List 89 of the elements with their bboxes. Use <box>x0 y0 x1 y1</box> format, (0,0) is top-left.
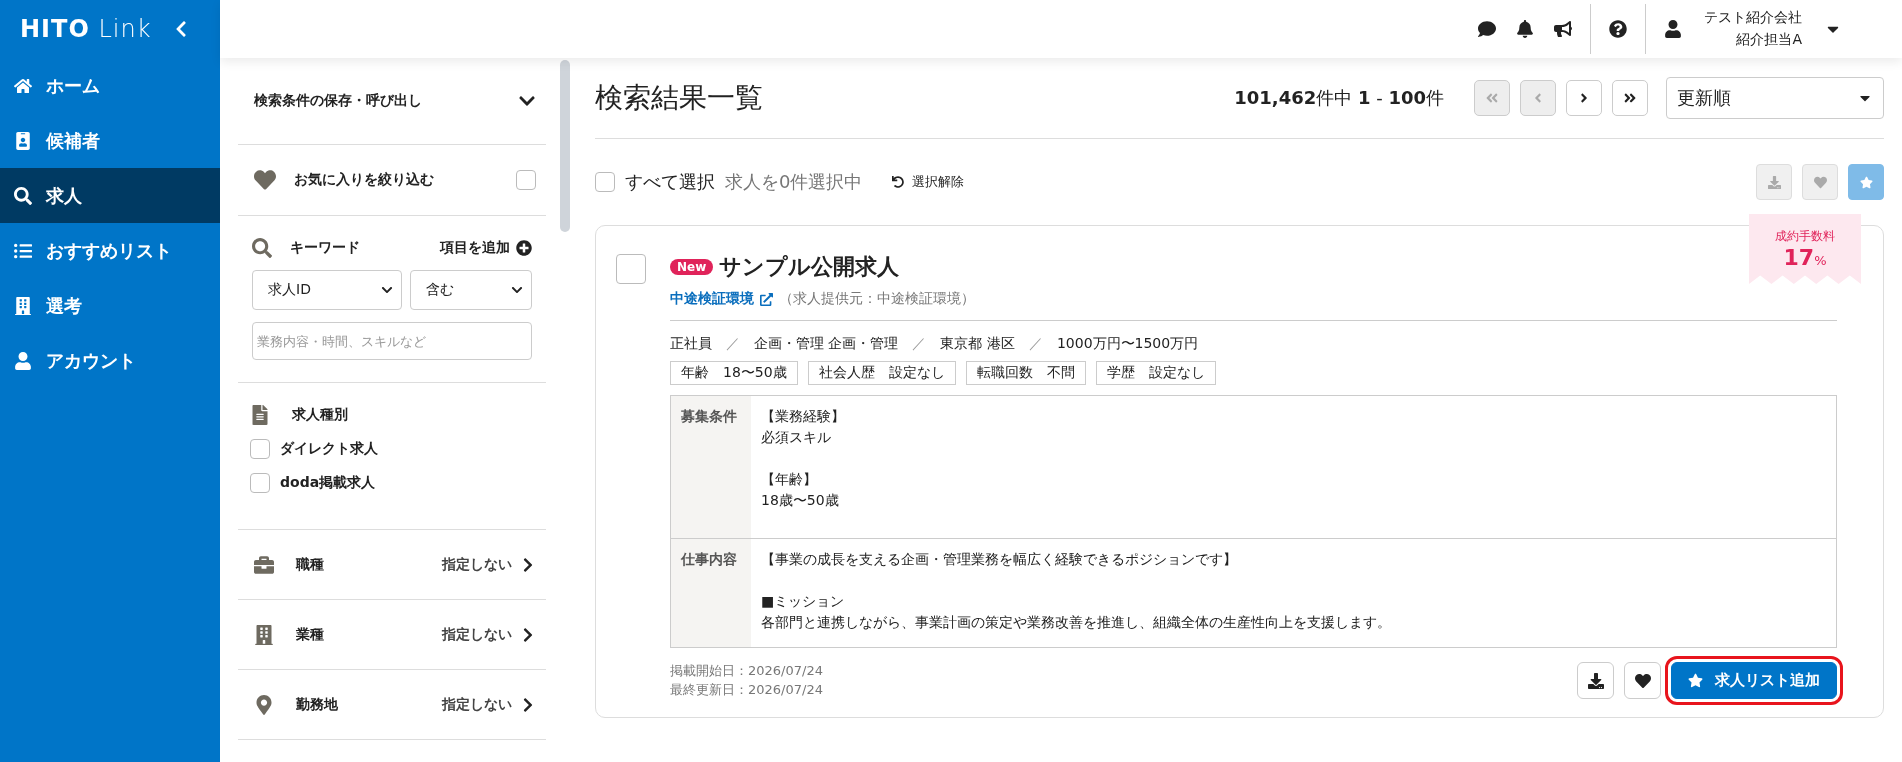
result-count: 101,462件中 1 - 100件 <box>1234 86 1444 110</box>
filter-label: お気に入りを絞り込む <box>294 171 434 189</box>
checkbox-label: ダイレクト求人 <box>280 440 378 458</box>
section-title: キーワード <box>290 239 360 257</box>
fee-value: 17% <box>1783 245 1827 270</box>
new-badge: New <box>670 259 714 275</box>
clear-selection-link[interactable]: 選択解除 <box>892 173 965 191</box>
condition-tag: 学歴 設定なし <box>1095 361 1216 385</box>
sort-select[interactable]: 更新順 <box>1666 77 1884 119</box>
page-title: 検索結果一覧 <box>595 80 763 116</box>
company-link[interactable]: 中途検証環境 <box>670 290 754 308</box>
job-meta: 企画・管理 企画・管理 <box>754 335 899 353</box>
field-select[interactable]: 求人ID <box>252 270 403 310</box>
job-meta: 正社員 <box>670 335 712 353</box>
heart-icon[interactable] <box>1634 672 1651 689</box>
posted-date: 掲載開始日：2026/07/24 <box>670 662 823 681</box>
category-label: 職種 <box>296 555 324 574</box>
detail-text: ■ミッション <box>761 592 846 611</box>
detail-text: 【業務経験】 <box>761 407 846 426</box>
star-icon[interactable] <box>1688 673 1703 688</box>
favorite-button[interactable] <box>1624 662 1661 699</box>
category-label: 業種 <box>296 625 324 644</box>
id-badge-icon[interactable] <box>14 131 32 150</box>
map-pin-icon <box>254 694 274 715</box>
search-icon[interactable] <box>14 186 32 205</box>
detail-text: 【事業の成長を支える企画・管理業務を幅広く経験できるポジションです】 <box>761 550 1238 569</box>
updated-date: 最終更新日：2026/07/24 <box>670 680 823 699</box>
add-item-link[interactable]: 項目を追加 <box>440 239 510 257</box>
fee-label: 成約手数料 <box>1775 228 1835 245</box>
nav-item[interactable]: 求人 <box>0 168 220 223</box>
checkbox[interactable] <box>250 439 270 459</box>
plus-icon[interactable] <box>516 240 532 256</box>
checkbox[interactable] <box>250 473 270 493</box>
table-header-cell: 募集条件 <box>671 396 751 538</box>
user-icon[interactable] <box>14 351 32 370</box>
undo-icon[interactable] <box>892 176 905 188</box>
section-title: 検索条件の保存・呼び出し <box>254 92 422 110</box>
detail-text: 【年齢】 <box>761 470 818 489</box>
nav-item[interactable]: ホーム <box>0 58 220 113</box>
category-value: 指定しない <box>442 695 512 714</box>
building-icon <box>254 624 274 645</box>
separator: ／ <box>1028 335 1043 353</box>
download-button[interactable] <box>1577 662 1614 699</box>
checkbox[interactable] <box>516 170 536 190</box>
user-name: 紹介担当A <box>1736 30 1802 49</box>
company-name: テスト紹介会社 <box>1704 8 1802 28</box>
checkbox-label: doda掲載求人 <box>280 474 376 492</box>
building-icon[interactable] <box>14 296 32 315</box>
condition-tag: 年齢 18〜50歳 <box>670 361 798 385</box>
keyword-field[interactable]: 業務内容・時間、スキルなど <box>252 322 532 360</box>
nav-item[interactable]: 候補者 <box>0 113 220 168</box>
nav-item[interactable]: 選考 <box>0 278 220 333</box>
logo: HITO Link <box>20 15 152 43</box>
detail-text: 必須スキル <box>761 428 832 447</box>
briefcase-icon <box>254 554 274 575</box>
separator: ／ <box>912 335 927 353</box>
category-label: 勤務地 <box>296 695 338 714</box>
external-link-icon[interactable] <box>760 292 773 306</box>
separator: ／ <box>726 335 740 353</box>
selection-status: 求人を0件選択中 <box>725 170 863 194</box>
detail-text: 各部門と連携しながら、事業計画の策定や業務改善を推進し、組織全体の生産性向上を支援します。 <box>761 613 1392 632</box>
table-header-cell: 仕事内容 <box>671 539 751 647</box>
chevron-down-icon[interactable] <box>381 284 394 296</box>
search-icon <box>252 238 272 258</box>
job-meta: 1000万円〜1500万円 <box>1056 335 1199 353</box>
condition-tag: 社会人歴 設定なし <box>807 361 956 385</box>
double-chevron-right-icon[interactable] <box>1623 91 1637 105</box>
select-all-label: すべて選択 <box>625 170 715 194</box>
document-icon <box>250 405 270 425</box>
detail-text: 18歳〜50歳 <box>761 491 840 510</box>
section-title: 求人種別 <box>292 406 348 424</box>
chevron-down-icon[interactable] <box>511 284 523 296</box>
list-icon[interactable] <box>14 241 32 260</box>
condition-tag: 転職回数 不問 <box>965 361 1086 385</box>
nav-item[interactable]: アカウント <box>0 333 220 388</box>
last-page-button[interactable] <box>1612 80 1648 116</box>
category-value: 指定しない <box>442 555 512 574</box>
checkbox[interactable] <box>616 254 646 284</box>
provider-text: （求人提供元：中途検証環境） <box>779 290 975 308</box>
scrollbar[interactable] <box>560 60 570 232</box>
operator-select[interactable]: 含む <box>410 270 532 310</box>
job-meta: 東京都 港区 <box>940 335 1015 353</box>
job-title[interactable]: サンプル公開求人 <box>719 252 900 282</box>
nav-item[interactable]: おすすめリスト <box>0 223 220 278</box>
home-icon[interactable] <box>14 76 32 95</box>
heart-icon <box>254 169 276 191</box>
checkbox[interactable] <box>595 172 615 192</box>
category-value: 指定しない <box>442 625 512 644</box>
download-icon[interactable] <box>1587 672 1604 689</box>
